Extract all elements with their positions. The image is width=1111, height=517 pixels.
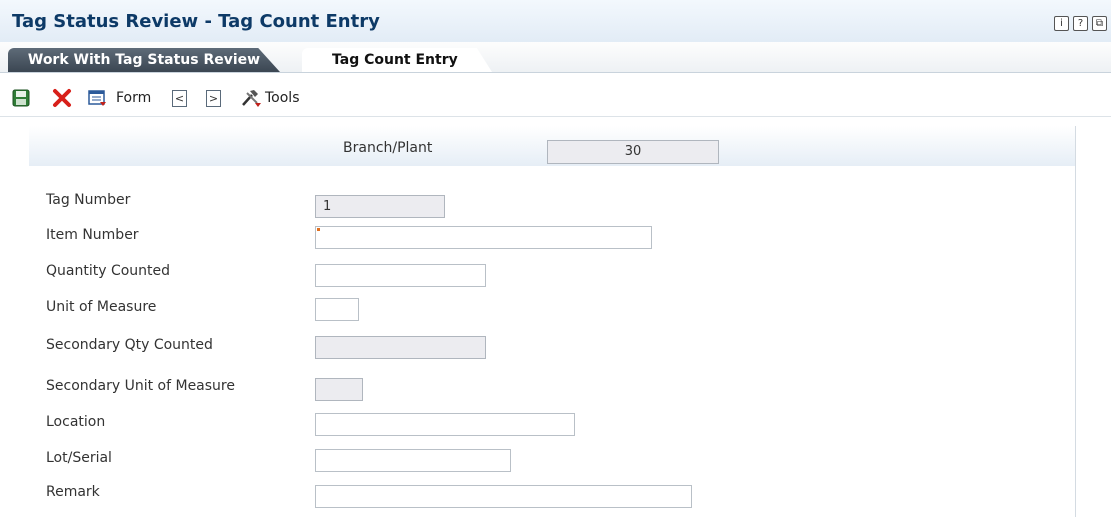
lot-serial-label: Lot/Serial <box>46 450 112 466</box>
quantity-counted-label: Quantity Counted <box>46 263 171 279</box>
tab-strip: Work With Tag Status Review Tag Count En… <box>0 42 1111 73</box>
secondary-unit-of-measure-field <box>315 378 363 401</box>
branch-plant-field: 30 <box>547 140 719 164</box>
cancel-button[interactable] <box>52 80 72 116</box>
unit-of-measure-label: Unit of Measure <box>46 299 157 315</box>
branch-plant-label: Branch/Plant <box>343 140 433 156</box>
tag-number-label: Tag Number <box>46 192 131 208</box>
header-band: Branch/Plant 30 <box>29 126 1075 166</box>
save-button[interactable] <box>12 80 30 116</box>
location-input[interactable] <box>315 413 575 436</box>
window-icon[interactable]: ⧉ <box>1092 16 1107 31</box>
toolbar: Form < > Tools <box>0 80 1111 117</box>
tag-number-field: 1 <box>315 195 445 218</box>
tab-work-with-tag-status-review[interactable]: Work With Tag Status Review <box>8 48 280 72</box>
title-bar: Tag Status Review - Tag Count Entry i ? … <box>0 0 1111 42</box>
tools-menu-label: Tools <box>265 90 300 106</box>
quantity-counted-input[interactable] <box>315 264 486 287</box>
lot-serial-input[interactable] <box>315 449 511 472</box>
form-menu-label: Form <box>116 90 152 106</box>
cancel-icon <box>53 89 71 107</box>
remark-label: Remark <box>46 484 100 500</box>
page-title: Tag Status Review - Tag Count Entry <box>12 11 380 32</box>
form-icon <box>88 90 106 106</box>
secondary-qty-counted-label: Secondary Qty Counted <box>46 337 213 353</box>
help-icon[interactable]: ? <box>1073 16 1088 31</box>
item-number-label: Item Number <box>46 227 139 243</box>
chevron-right-icon: > <box>206 89 221 107</box>
item-number-input[interactable] <box>315 226 652 249</box>
secondary-unit-of-measure-label: Secondary Unit of Measure <box>46 378 235 394</box>
tools-menu-button[interactable]: Tools <box>240 80 300 116</box>
next-record-button[interactable]: > <box>206 80 221 116</box>
title-icons: i ? ⧉ <box>1054 16 1107 31</box>
tools-icon <box>242 90 261 107</box>
form-menu-button[interactable]: Form <box>88 80 151 116</box>
tab-tag-count-entry[interactable]: Tag Count Entry <box>302 48 492 72</box>
info-icon[interactable]: i <box>1054 16 1069 31</box>
required-marker <box>317 228 320 231</box>
chevron-left-icon: < <box>172 89 187 107</box>
unit-of-measure-input[interactable] <box>315 298 359 321</box>
previous-record-button[interactable]: < <box>172 80 187 116</box>
form-panel: Branch/Plant 30 Tag Number 1 Item Number… <box>29 126 1076 517</box>
remark-input[interactable] <box>315 485 692 508</box>
secondary-qty-counted-field <box>315 336 486 359</box>
save-icon <box>12 89 30 107</box>
location-label: Location <box>46 414 106 430</box>
